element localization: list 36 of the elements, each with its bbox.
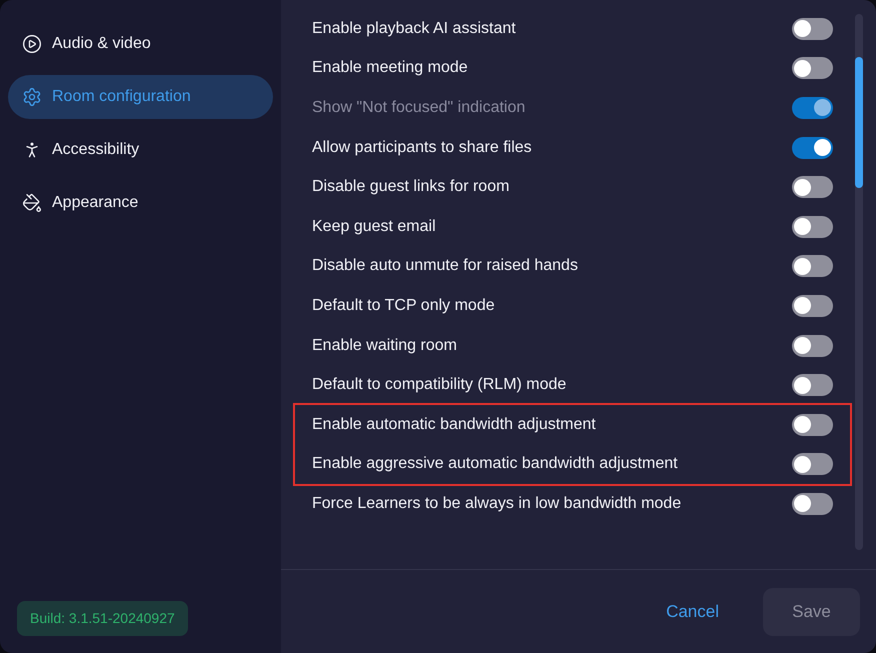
setting-label: Allow participants to share files: [312, 138, 532, 158]
toggle-switch[interactable]: [792, 176, 833, 198]
cancel-button[interactable]: Cancel: [650, 588, 735, 636]
sidebar-item[interactable]: Room configuration: [8, 75, 273, 119]
scrollbar-track[interactable]: [855, 14, 863, 550]
toggle-switch[interactable]: [792, 216, 833, 238]
setting-label: Default to compatibility (RLM) mode: [312, 375, 566, 396]
setting-label: Default to TCP only mode: [312, 296, 495, 316]
toggle-switch[interactable]: [792, 492, 833, 515]
sidebar-item[interactable]: Accessibility: [8, 128, 273, 172]
setting-label: Show "Not focused" indication: [312, 98, 526, 118]
toggle-switch[interactable]: [792, 57, 833, 80]
settings-icon: [22, 87, 42, 107]
build-badge: Build: 3.1.51-20240927: [17, 601, 188, 636]
toggle-switch[interactable]: [792, 414, 833, 436]
setting-label: Enable aggressive automatic bandwidth adjustment: [312, 454, 678, 474]
sidebar-item[interactable]: Audio & video: [8, 22, 273, 66]
setting-label: Enable playback AI assistant: [312, 18, 516, 39]
paint-bucket-icon: [22, 193, 42, 213]
setting-label: Disable auto unmute for raised hands: [312, 256, 578, 276]
toggle-switch[interactable]: [792, 18, 833, 40]
toggle-switch[interactable]: [792, 374, 833, 396]
setting-label: Enable meeting mode: [312, 58, 468, 78]
toggle-switch[interactable]: [792, 334, 833, 357]
setting-label: Force Learners to be always in low bandwidth mode: [312, 494, 682, 514]
toggle-switch[interactable]: [792, 255, 833, 278]
setting-label: Enable automatic bandwidth adjustment: [312, 414, 596, 435]
toggle-switch[interactable]: [792, 136, 833, 159]
setting-label: Keep guest email: [312, 216, 436, 237]
play-circle-icon: [22, 34, 42, 54]
scrollbar-thumb[interactable]: [855, 57, 863, 188]
sidebar-item[interactable]: Appearance: [8, 181, 273, 225]
setting-label: Disable guest links for room: [312, 177, 510, 198]
toggle-switch[interactable]: [792, 294, 833, 317]
toggle-switch[interactable]: [792, 453, 833, 476]
setting-label: Enable waiting room: [312, 336, 457, 356]
